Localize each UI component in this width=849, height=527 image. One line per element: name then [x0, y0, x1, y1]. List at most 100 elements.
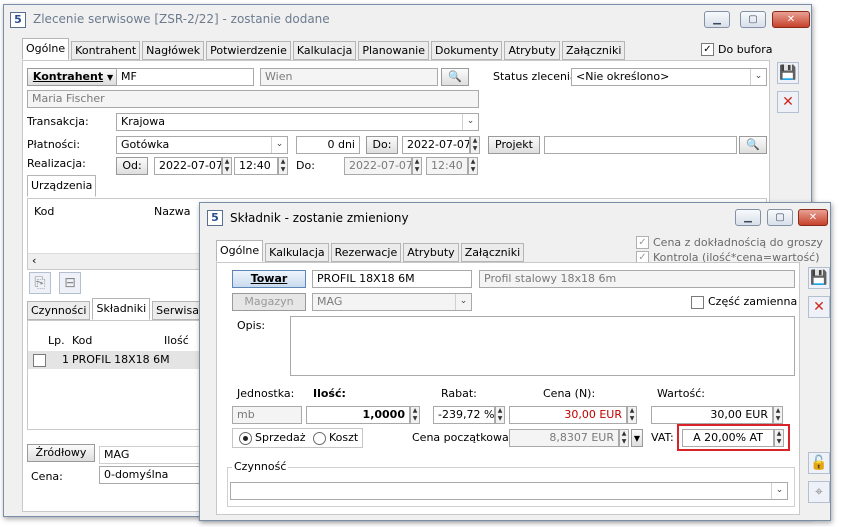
tab-kontrahent[interactable]: Kontrahent	[71, 41, 141, 60]
cena-n-input[interactable]: 30,00 EUR	[509, 406, 627, 424]
kontrahent-code-input[interactable]: MF	[116, 68, 254, 86]
tab-zalaczniki[interactable]: Załączniki	[460, 243, 525, 262]
tab-skladniki[interactable]: Składniki	[92, 298, 151, 320]
projekt-input[interactable]	[544, 136, 737, 154]
kontrahent-button-label: Kontrahent	[32, 70, 104, 83]
scrollbar[interactable]: ‹	[28, 253, 228, 269]
realizacja-od-time-spinner[interactable]: ▲ ▼	[278, 157, 288, 175]
tab-atrybuty[interactable]: Atrybuty	[403, 243, 459, 262]
vat-input[interactable]: A 20,00% AT	[682, 429, 774, 447]
kontrahent-city-input[interactable]: Wien	[260, 68, 438, 86]
towar-code-input[interactable]: PROFIL 18X18 6M	[312, 270, 472, 288]
realizacja-od-date[interactable]: 2022-07-07	[154, 157, 222, 175]
wartosc-spinner[interactable]: ▲ ▼	[773, 406, 783, 424]
component-col-lp[interactable]: Lp.	[48, 334, 65, 347]
row-checkbox[interactable]	[33, 354, 46, 367]
maximize-icon[interactable]: ▢	[740, 11, 766, 28]
tab-urzadzenia[interactable]: Urządzenia	[27, 175, 97, 197]
cancel-icon[interactable]: ✕	[777, 91, 799, 113]
dialog-titlebar[interactable]: 5 Składnik - zostanie zmieniony ▁ ▢ ✕	[200, 203, 830, 233]
magazyn-select[interactable]: MAG ⌄	[312, 293, 472, 311]
ilosc-input[interactable]: 1,0000	[306, 406, 410, 424]
platnosci-date-spinner[interactable]: ▲ ▼	[470, 136, 480, 154]
zrodlowy-button[interactable]: Źródłowy	[27, 444, 95, 462]
cena-dokladnosc-checkbox[interactable]: ✓	[636, 236, 649, 249]
platnosci-do-button[interactable]: Do:	[366, 136, 398, 154]
dialog-tabs: Ogólne Kalkulacja Rezerwacje Atrybuty Za…	[216, 240, 526, 262]
transakcja-select[interactable]: Krajowa ⌄	[116, 113, 479, 131]
realizacja-od-date-spinner[interactable]: ▲ ▼	[222, 157, 232, 175]
czesc-zamienna-checkbox[interactable]	[691, 296, 704, 309]
tab-ogolne[interactable]: Ogólne	[216, 240, 264, 262]
vat-value: A 20,00% AT	[693, 431, 763, 444]
component-col-ilosc[interactable]: Ilość	[164, 334, 189, 347]
remove-device-icon[interactable]: ⊟	[59, 272, 81, 294]
koszt-radio[interactable]	[313, 432, 326, 445]
realizacja-do-time-spinner[interactable]: ▲ ▼	[468, 157, 478, 175]
rabat-spinner[interactable]: ▲ ▼	[495, 406, 505, 424]
cena-poczatkowa-input[interactable]: 8,8307 EUR	[509, 429, 619, 447]
tab-kalkulacja[interactable]: Kalkulacja	[292, 41, 357, 60]
sprzedaz-label: Sprzedaż	[255, 431, 306, 444]
unlock-icon[interactable]: 🔓	[808, 452, 830, 474]
cena-poczatkowa-dropdown[interactable]: ▼	[631, 429, 643, 447]
rabat-label: Rabat:	[441, 387, 477, 400]
opis-textarea[interactable]	[290, 316, 795, 376]
towar-name-input[interactable]: Profil stalowy 18x18 6m	[479, 270, 795, 288]
maximize-icon[interactable]: ▢	[767, 209, 793, 226]
kontrahent-button[interactable]: Kontrahent ▼	[27, 68, 119, 86]
platnosci-days-input[interactable]: 0 dni	[296, 136, 360, 154]
tab-rezerwacje[interactable]: Rezerwacje	[330, 243, 402, 262]
towar-button-label: Towar	[250, 272, 288, 285]
tab-potwierdzenie[interactable]: Potwierdzenie	[206, 41, 291, 60]
tab-czynnosci[interactable]: Czynności	[27, 301, 91, 320]
projekt-search-button[interactable]: 🔍	[739, 136, 767, 154]
component-col-kod[interactable]: Kod	[72, 334, 92, 347]
cancel-icon[interactable]: ✕	[808, 296, 830, 318]
main-titlebar[interactable]: 5 Zlecenie serwisowe [ZSR-2/22] - zostan…	[4, 5, 811, 35]
realizacja-do-date[interactable]: 2022-07-07	[344, 157, 412, 175]
do-bufora-checkbox[interactable]: ✓	[701, 43, 714, 56]
vat-spinner[interactable]: ▲ ▼	[774, 429, 784, 447]
status-select[interactable]: <Nie określono> ⌄	[571, 68, 767, 86]
close-icon[interactable]: ✕	[772, 11, 810, 28]
tab-atrybuty[interactable]: Atrybuty	[504, 41, 560, 60]
cena-poczatkowa-spinner[interactable]: ▲ ▼	[619, 429, 629, 447]
minimize-icon[interactable]: ▁	[735, 209, 761, 226]
tab-kalkulacja[interactable]: Kalkulacja	[265, 243, 329, 262]
sprzedaz-radio[interactable]	[239, 432, 252, 445]
pin-icon[interactable]: ⌖	[808, 481, 830, 503]
magazyn-button[interactable]: Magazyn	[232, 293, 306, 311]
realizacja-do-date-spinner[interactable]: ▲ ▼	[412, 157, 422, 175]
realizacja-do-time[interactable]: 12:40	[426, 157, 468, 175]
platnosci-select[interactable]: Gotówka ⌄	[116, 136, 288, 154]
save-icon[interactable]: 💾	[777, 62, 799, 84]
cena-n-spinner[interactable]: ▲ ▼	[627, 406, 637, 424]
platnosci-do-date[interactable]: 2022-07-07	[402, 136, 470, 154]
edit-device-icon[interactable]: ⎘	[29, 272, 51, 294]
search-icon: 🔍	[448, 70, 462, 83]
realizacja-od-button[interactable]: Od:	[116, 157, 148, 175]
jednostka-input[interactable]: mb	[232, 406, 302, 424]
tab-naglowek[interactable]: Nagłówek	[142, 41, 205, 60]
device-col-nazwa[interactable]: Nazwa	[154, 205, 190, 218]
realizacja-od-time[interactable]: 12:40	[234, 157, 278, 175]
scroll-left-icon[interactable]: ‹	[32, 254, 36, 267]
ilosc-spinner[interactable]: ▲ ▼	[410, 406, 420, 424]
chevron-down-icon: ⌄	[771, 483, 787, 499]
tab-planowanie[interactable]: Planowanie	[358, 41, 429, 60]
table-row[interactable]: 1 PROFIL 18X18 6M	[28, 351, 226, 369]
tab-zalaczniki[interactable]: Załączniki	[561, 41, 626, 60]
tab-dokumenty[interactable]: Dokumenty	[431, 41, 503, 60]
towar-button[interactable]: Towar	[232, 270, 306, 288]
device-col-kod[interactable]: Kod	[34, 205, 54, 218]
projekt-button[interactable]: Projekt	[488, 136, 540, 154]
wartosc-input[interactable]: 30,00 EUR	[651, 406, 773, 424]
minimize-icon[interactable]: ▁	[704, 11, 730, 28]
close-icon[interactable]: ✕	[798, 209, 828, 226]
tab-ogolne[interactable]: Ogólne	[22, 38, 70, 60]
czynnosc-select[interactable]: ⌄	[230, 482, 788, 500]
save-icon[interactable]: 💾	[808, 267, 830, 289]
search-kontrahent-button[interactable]: 🔍	[441, 68, 469, 86]
rabat-input[interactable]: -239,72 %	[433, 406, 495, 424]
